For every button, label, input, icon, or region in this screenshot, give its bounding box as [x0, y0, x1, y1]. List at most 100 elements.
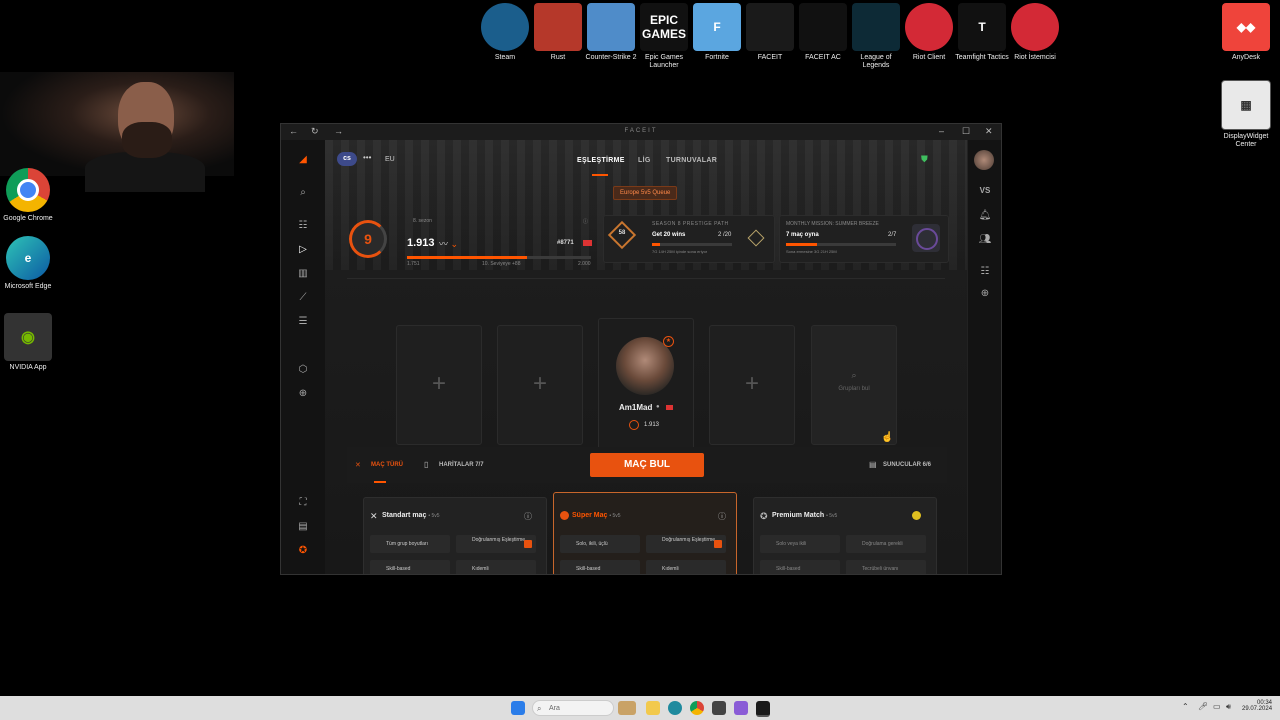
taskbar-search[interactable]: ⌕ Ara	[532, 700, 614, 716]
windows-start-icon[interactable]	[511, 701, 525, 715]
desktop-icon-displaywidget[interactable]: ▦ DisplayWidget Center	[1218, 80, 1274, 149]
riot-icon	[1011, 3, 1059, 51]
anticheat-shield-icon[interactable]: ⛊	[921, 154, 928, 165]
desktop-icon[interactable]: FACEIT AC	[795, 3, 851, 62]
premium-icon[interactable]: ✪	[296, 545, 310, 556]
tab-matchmaking[interactable]: EŞLEŞTİRME	[577, 157, 625, 164]
friends-icon[interactable]: 👥︎	[978, 234, 992, 245]
info-icon[interactable]: ⓘ	[524, 511, 532, 522]
desktop-icon[interactable]: League of Legends	[848, 3, 904, 70]
elo-progress	[407, 256, 591, 259]
file-explorer-icon[interactable]	[646, 701, 660, 715]
play-icon[interactable]: ▷	[296, 244, 310, 255]
checkbox[interactable]	[524, 540, 532, 548]
tab-match-type[interactable]: MAÇ TÜRÜ	[371, 462, 403, 468]
faceit-taskbar-icon[interactable]	[756, 701, 770, 717]
user-avatar[interactable]	[974, 150, 994, 170]
desktop-icon[interactable]: Counter-Strike 2	[583, 3, 639, 62]
tab-league[interactable]: LİG	[638, 157, 651, 164]
checkbox[interactable]	[714, 540, 722, 548]
find-group-slot[interactable]: ⌕ Grupları bul	[811, 325, 897, 445]
leaderboard-icon[interactable]: ▥	[296, 268, 310, 279]
chip: Skill-based	[760, 560, 840, 574]
search-icon[interactable]: ⌕	[296, 187, 310, 198]
app-taskbar-icon[interactable]	[734, 701, 748, 715]
microphone-icon[interactable]: 🎤︎	[1198, 702, 1208, 711]
minimize-icon[interactable]: –	[939, 126, 944, 136]
desktop-icon[interactable]: EPIC GAMES Epic Games Launcher	[636, 3, 692, 70]
find-match-button[interactable]: MAÇ BUL	[590, 453, 704, 477]
match-card-premium[interactable]: ✪ Premium Match • 5v5 Solo veya ikili Do…	[753, 497, 937, 574]
desktop-icon[interactable]: F Fortnite	[689, 3, 745, 62]
desktop-icon[interactable]: Riot Client	[901, 3, 957, 62]
desktop-icon[interactable]: Riot İstemcisi	[1007, 3, 1063, 62]
chrome-taskbar-icon[interactable]	[690, 701, 704, 715]
monthly-mission-card[interactable]: MONTHLY MISSION: SUMMER BREEZE 7 maç oyn…	[779, 215, 949, 263]
desktop-icon-nvidia[interactable]: ◉ NVIDIA App	[0, 313, 56, 372]
add-friend-icon[interactable]: ⊕	[978, 288, 992, 299]
warning-icon[interactable]	[912, 511, 921, 520]
desktop-icon-anydesk[interactable]: ◆◆ AnyDesk	[1218, 3, 1274, 62]
party-slot-1[interactable]: +	[396, 325, 482, 445]
widgets-icon[interactable]	[618, 701, 636, 715]
more-icon[interactable]: •••	[363, 153, 371, 162]
crossed-swords-icon: ✕	[370, 511, 378, 521]
party-slot-4[interactable]: +	[709, 325, 795, 445]
add-player-icon: +	[744, 370, 759, 397]
window-title: FACEIT	[624, 128, 658, 134]
info-icon[interactable]: ⓘ	[583, 218, 588, 225]
player-card[interactable]: ★ Am1Mad ● 1.913	[598, 318, 694, 452]
prestige-badge: 58	[618, 230, 626, 236]
taskbar: ⌕ Ara ⌃ 🎤︎ ▭ 🔊︎ 00:34 29.07.2024	[0, 696, 1280, 720]
shop-icon[interactable]: ▤	[296, 521, 310, 532]
bell-icon[interactable]: 🔔︎	[978, 210, 992, 221]
chip: Kıdemli	[646, 560, 726, 574]
maximize-icon[interactable]: ☐	[962, 126, 970, 137]
match-type-icon: ✕	[355, 462, 361, 469]
edge-taskbar-icon[interactable]	[668, 701, 682, 715]
match-card-super[interactable]: Süper Maç • 5v5 ⓘ Solo, ikili, üçlü Doğr…	[553, 492, 737, 574]
tab-tournaments[interactable]: TURNUVALAR	[666, 157, 717, 164]
tray-chevron-icon[interactable]: ⌃	[1182, 702, 1189, 711]
desktop-icon[interactable]: FACEIT	[742, 3, 798, 62]
feed-icon[interactable]: ☰	[296, 316, 310, 327]
match-card-standard[interactable]: ✕ Standart maç • 5v5 ⓘ Tüm grup boyutlar…	[363, 497, 547, 574]
prestige-progress	[652, 243, 732, 246]
party-slot-2[interactable]: +	[497, 325, 583, 445]
add-icon[interactable]: ⊕	[296, 388, 310, 399]
faceit-logo-icon[interactable]: ◢	[296, 154, 310, 165]
super-match-icon	[560, 511, 569, 520]
prestige-count: 2 /20	[718, 232, 732, 238]
queue-banner: Europe 5v5 Queue	[613, 186, 678, 200]
desktop-icon[interactable]: Steam	[477, 3, 533, 62]
clubs-icon[interactable]: ⬡	[296, 364, 310, 375]
network-icon[interactable]: ▭	[1213, 702, 1221, 711]
tab-maps[interactable]: HARİTALAR 7/7	[439, 462, 484, 468]
tab-servers[interactable]: SUNUCULAR 6/6	[883, 462, 931, 468]
app-taskbar-icon[interactable]	[712, 701, 726, 715]
versus-icon[interactable]: VS	[978, 186, 992, 195]
player-elo: 1.913	[644, 422, 660, 428]
map-icon: ▯	[424, 460, 429, 469]
search-icon: ⌕	[537, 704, 542, 713]
prestige-path-card[interactable]: 58 SEASON 8 PRESTIGE PATH Get 20 wins 2 …	[603, 215, 775, 263]
desktop-icon-chrome[interactable]: Google Chrome	[0, 168, 56, 223]
info-icon[interactable]: ⓘ	[718, 511, 726, 522]
clock[interactable]: 00:34 29.07.2024	[1242, 700, 1272, 712]
region-label[interactable]: EU	[385, 156, 395, 163]
desktop-icon[interactable]: Rust	[530, 3, 586, 62]
title-bar: ← ↻ → FACEIT – ☐ ✕	[281, 124, 1001, 140]
desktop-icon-edge[interactable]: e Microsoft Edge	[0, 236, 56, 291]
star-icon: ✪	[760, 511, 768, 521]
party-icon[interactable]: ☷	[978, 266, 992, 277]
close-icon[interactable]: ✕	[985, 126, 993, 137]
desktop-icon[interactable]: T Teamfight Tactics	[954, 3, 1010, 62]
speaker-icon[interactable]: 🔊︎	[1226, 702, 1231, 712]
find-players-icon[interactable]: ☷	[296, 220, 310, 231]
fullscreen-icon[interactable]: ⛶	[296, 497, 310, 508]
game-selector[interactable]: cs	[337, 152, 357, 166]
stats-icon[interactable]: ⟋	[296, 292, 310, 303]
tab-underline	[592, 174, 608, 176]
chip: Doğrulanmış Eşleştirme	[456, 535, 536, 553]
fortnite-icon: F	[693, 3, 741, 51]
